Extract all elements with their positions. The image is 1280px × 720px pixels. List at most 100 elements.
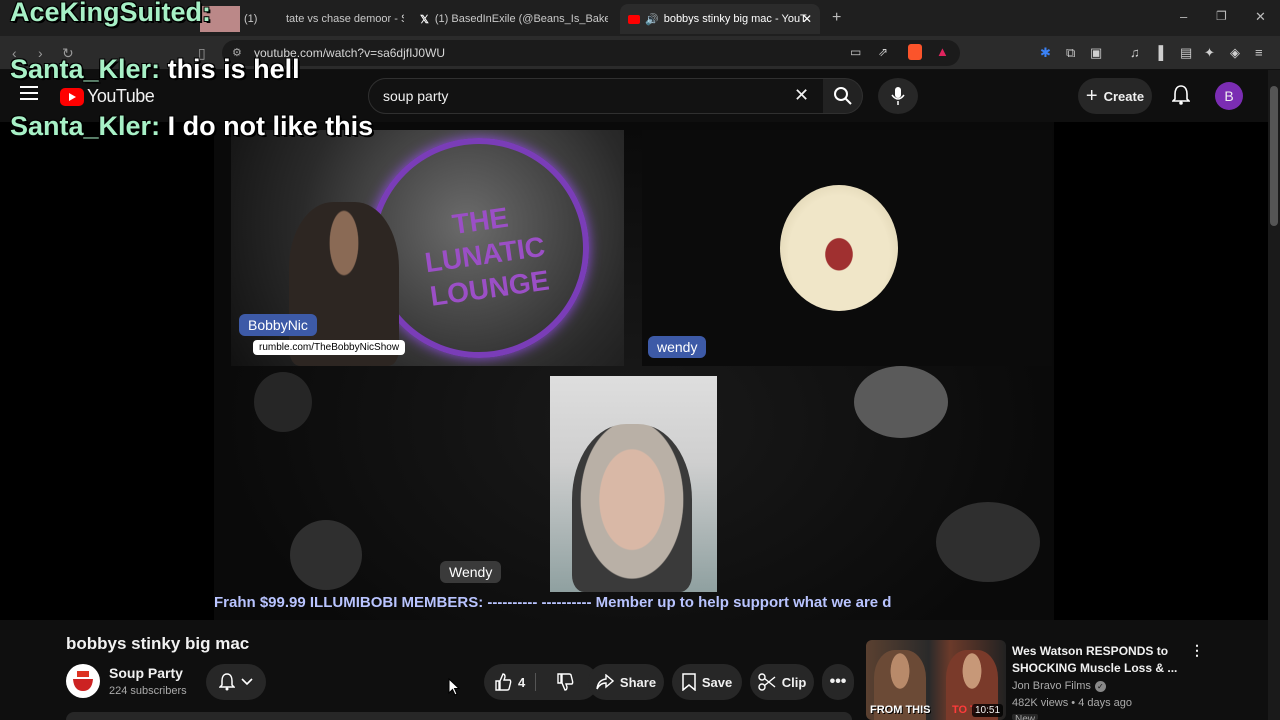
- duration-badge: 10:51: [972, 704, 1004, 717]
- youtube-logo[interactable]: YouTube: [60, 86, 155, 107]
- bg-blob: [290, 520, 362, 590]
- scrollbar-thumb[interactable]: [1270, 86, 1278, 226]
- channel-name[interactable]: Soup Party: [109, 665, 183, 681]
- scissors-icon: [758, 673, 776, 691]
- x-logo-icon: 𝕏: [420, 13, 429, 26]
- tab-3[interactable]: 𝕏 (1) BasedInExile (@Beans_Is_Baked) /: [420, 6, 608, 32]
- sidebar-icon[interactable]: ▐: [1154, 45, 1163, 60]
- scrolling-ticker: Frahn $99.99 ILLUMIBOBI MEMBERS: -------…: [214, 594, 892, 611]
- recommended-more-icon[interactable]: ⋮: [1190, 642, 1204, 659]
- minimize-icon[interactable]: –: [1180, 9, 1187, 24]
- tab-1[interactable]: (1): [200, 6, 280, 32]
- recommended-thumbnail[interactable]: FROM THIS TO T 10:51: [866, 640, 1006, 720]
- menu-icon[interactable]: ≡: [1255, 45, 1263, 60]
- chat-username: AceKingSuited:: [10, 0, 212, 27]
- share-icon: [596, 674, 614, 690]
- close-tab-icon[interactable]: ✕: [802, 12, 812, 26]
- thumbs-up-icon: [495, 673, 512, 691]
- create-label: Create: [1103, 88, 1145, 104]
- logo-text: THE LUNATIC LOUNGE: [422, 201, 552, 312]
- chevron-down-icon: [241, 678, 253, 686]
- media-icon[interactable]: ♫: [1130, 45, 1140, 60]
- video-player[interactable]: THE LUNATIC LOUNGE BobbyNic rumble.com/T…: [0, 122, 1268, 620]
- overlay-chat-line: Santa_Kler: I do not like this: [10, 111, 373, 142]
- tab-2[interactable]: tate vs chase demoor - Se: [286, 6, 404, 32]
- recommended-channel-row: Jon Bravo Films ✓: [1012, 680, 1106, 692]
- hamburger-menu-icon[interactable]: [20, 85, 40, 101]
- brave-rewards-icon[interactable]: ▲: [936, 44, 949, 59]
- chat-message: this is hell: [167, 54, 300, 84]
- bookmark-save-icon: [682, 673, 696, 691]
- avatar-letter: B: [1224, 88, 1234, 104]
- like-dislike-group: 4: [484, 664, 598, 700]
- tab-active[interactable]: 🔊 bobbys stinky big mac - YouT ✕: [620, 4, 820, 34]
- speaker-icon: 🔊: [645, 13, 659, 26]
- recommended-channel[interactable]: Jon Bravo Films: [1012, 680, 1091, 692]
- recommended-video[interactable]: FROM THIS TO T 10:51 Wes Watson RESPONDS…: [866, 640, 1268, 720]
- channel-avatar[interactable]: [66, 664, 100, 698]
- search-icon: [833, 87, 852, 105]
- restore-icon[interactable]: ❐: [1216, 9, 1227, 23]
- search-box[interactable]: soup party ✕: [368, 78, 824, 114]
- account-avatar[interactable]: B: [1215, 82, 1243, 110]
- lunatic-lounge-logo: THE LUNATIC LOUNGE: [369, 138, 589, 358]
- tab-label: bobbys stinky big mac - YouT: [663, 13, 807, 25]
- share-label: Share: [619, 674, 657, 690]
- wallet2-icon[interactable]: ▤: [1180, 45, 1192, 61]
- overlay-chat-line: Santa_Kler: this is hell: [10, 54, 300, 85]
- wendy-avatar-image: [780, 185, 898, 311]
- save-button[interactable]: Save: [672, 664, 742, 700]
- search-input[interactable]: soup party: [383, 88, 448, 104]
- leo-ai-icon[interactable]: ✦: [1204, 45, 1215, 61]
- more-horizontal-icon: •••: [829, 673, 847, 690]
- overlay-chat-line: AceKingSuited:: [10, 0, 211, 28]
- soup-bowl-icon: [73, 671, 93, 691]
- chat-message: I do not like this: [167, 111, 374, 141]
- bg-blob: [936, 502, 1040, 582]
- mic-icon: [891, 87, 905, 105]
- more-actions-button[interactable]: •••: [822, 664, 854, 700]
- like-count: 4: [518, 674, 526, 690]
- subscriber-count: 224 subscribers: [109, 685, 187, 697]
- chat-username: Santa_Kler:: [10, 111, 161, 141]
- notifications-bell-icon[interactable]: [1172, 85, 1190, 105]
- wendy-camera-name-tag: Wendy: [440, 561, 502, 583]
- address-bar[interactable]: ⚙ youtube.com/watch?v=sa6djfIJ0WU ▭ ⇗ ▲: [222, 40, 960, 66]
- close-window-icon[interactable]: ✕: [1255, 9, 1266, 25]
- description-box[interactable]: [66, 712, 852, 720]
- thumb-text-left: FROM THIS: [870, 704, 931, 716]
- voice-search-button[interactable]: [878, 78, 918, 114]
- share-button[interactable]: Share: [588, 664, 664, 700]
- verified-check-icon: ✓: [1094, 680, 1106, 692]
- bobbynic-video-tile: THE LUNATIC LOUNGE BobbyNic rumble.com/T…: [231, 130, 624, 366]
- subscribe-notifications-button[interactable]: [206, 664, 266, 700]
- plus-icon: +: [1085, 84, 1098, 107]
- cast-icon[interactable]: ▭: [850, 45, 861, 59]
- dislike-button[interactable]: [542, 673, 574, 691]
- mouse-cursor-icon: [448, 678, 460, 696]
- youtube-play-icon: [60, 87, 84, 106]
- thumbs-down-icon: [557, 673, 574, 691]
- search-button[interactable]: [823, 78, 863, 114]
- youtube-logo-text: YouTube: [87, 86, 155, 106]
- youtube-favicon-icon: [628, 14, 640, 24]
- bg-blob: [254, 372, 312, 432]
- rumble-link-label: rumble.com/TheBobbyNicShow: [253, 340, 406, 355]
- share-page-icon[interactable]: ⇗: [878, 45, 888, 59]
- create-button[interactable]: + Create: [1078, 78, 1152, 114]
- extension-icon[interactable]: ✱: [1040, 45, 1051, 61]
- wendy-name-tag: wendy: [648, 336, 707, 358]
- new-tab-icon[interactable]: +: [832, 9, 841, 27]
- wallet-icon[interactable]: ▣: [1090, 45, 1102, 61]
- wendy-person: [572, 424, 692, 592]
- vpn-icon[interactable]: ◈: [1230, 45, 1240, 61]
- brave-shield-icon[interactable]: [908, 44, 922, 60]
- clip-button[interactable]: Clip: [750, 664, 814, 700]
- clear-search-icon[interactable]: ✕: [794, 85, 809, 106]
- wendy-avatar-tile: wendy: [642, 130, 1052, 366]
- chat-username: Santa_Kler:: [10, 54, 161, 84]
- recommended-meta: 482K views • 4 days ago: [1012, 697, 1133, 709]
- bell-icon: [219, 673, 235, 691]
- puzzle-icon[interactable]: ⧉: [1066, 45, 1075, 61]
- like-button[interactable]: 4: [494, 673, 537, 691]
